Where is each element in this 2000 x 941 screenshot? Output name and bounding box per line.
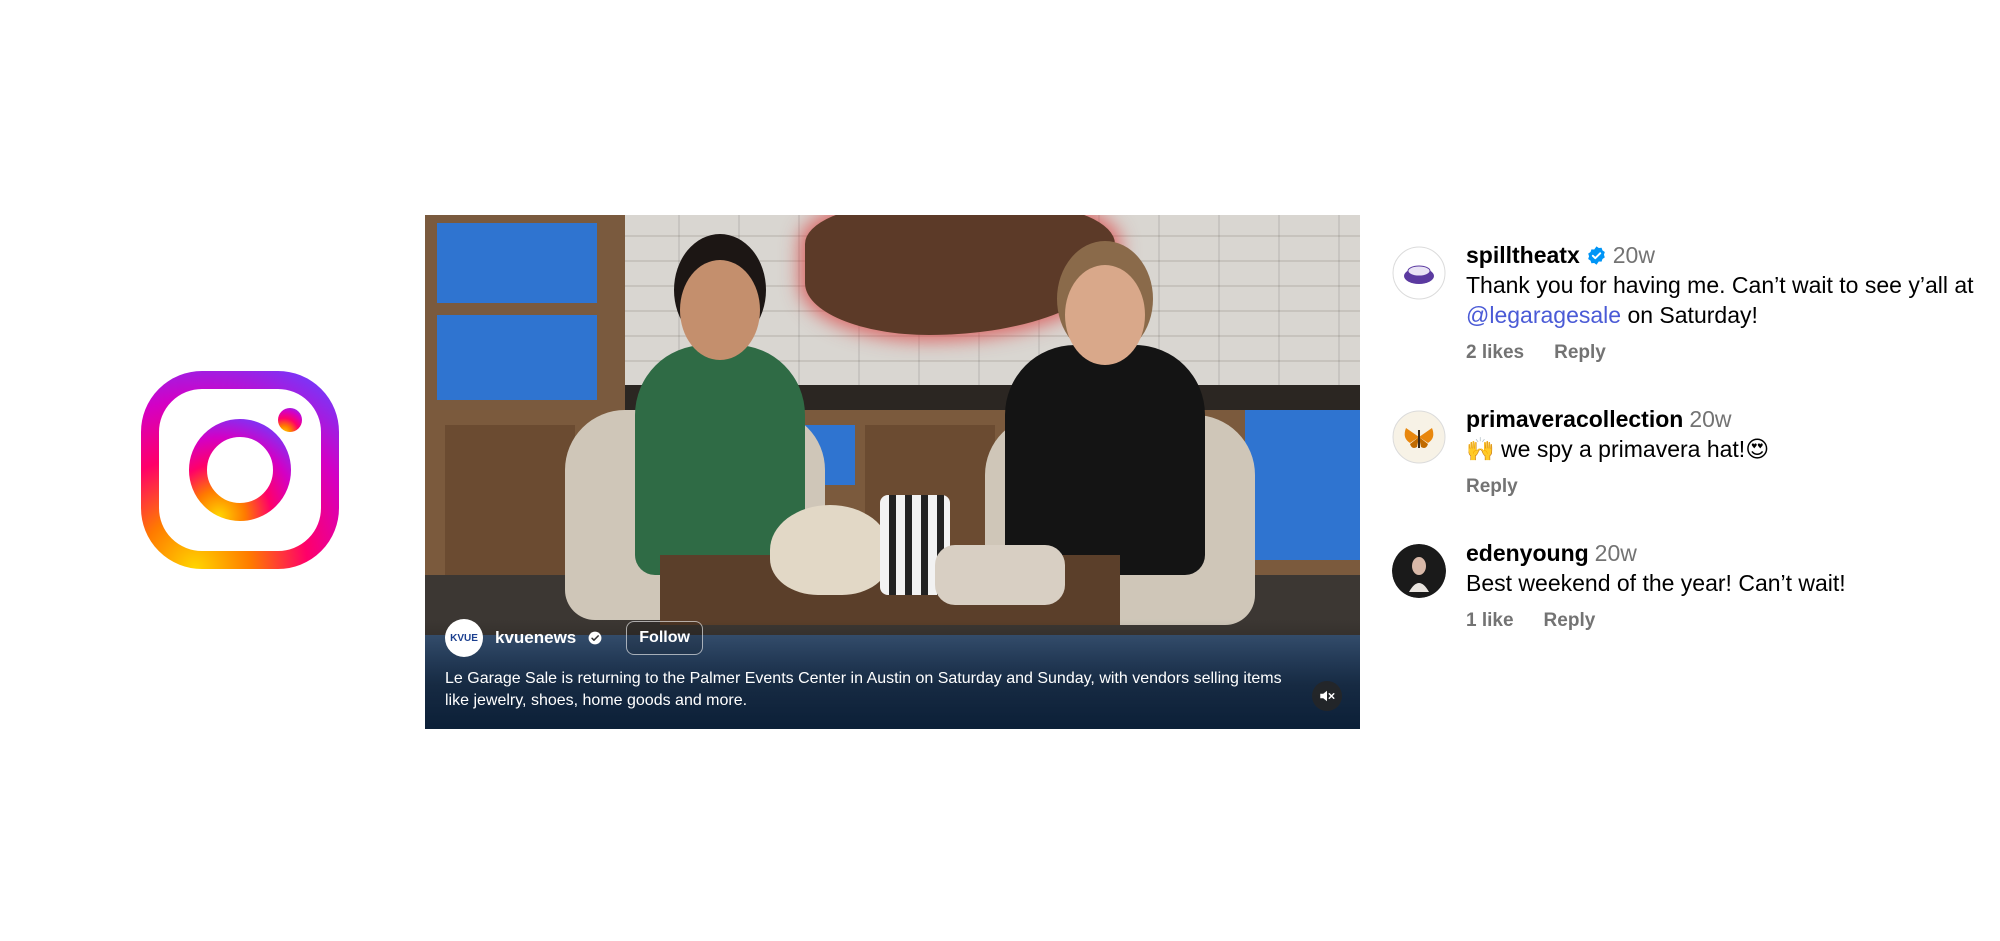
speaker-muted-icon <box>1320 690 1335 702</box>
verified-badge-icon <box>588 631 602 645</box>
reply-button[interactable]: Reply <box>1544 610 1596 631</box>
avatar[interactable] <box>1392 246 1446 300</box>
account-avatar[interactable]: KVUE <box>445 619 483 657</box>
comments-list: spilltheatx 20w Thank you for having me. … <box>1392 240 1992 632</box>
reply-button[interactable]: Reply <box>1554 342 1606 363</box>
mute-button[interactable] <box>1312 681 1342 711</box>
comment-username[interactable]: edenyoung <box>1466 540 1589 566</box>
comment-item: spilltheatx 20w Thank you for having me. … <box>1392 240 1992 364</box>
comment-item: primaveracollection 20w 🙌 we spy a primav… <box>1392 404 1992 498</box>
comment-time: 20w <box>1689 406 1732 432</box>
comment-text: Thank you for having me. Can’t wait to s… <box>1466 272 1974 328</box>
video-player[interactable]: KVUE kvuenews Follow Le Garage Sale is r… <box>425 215 1360 729</box>
follow-button[interactable]: Follow <box>626 621 703 655</box>
comment-item: edenyoung 20w Best weekend of the year! C… <box>1392 538 1992 632</box>
video-account-row: KVUE kvuenews Follow <box>445 619 703 657</box>
comment-username[interactable]: primaveracollection <box>1466 406 1683 432</box>
avatar[interactable] <box>1392 544 1446 598</box>
video-caption: Le Garage Sale is returning to the Palme… <box>445 670 1282 709</box>
instagram-logo-icon <box>141 371 339 569</box>
avatar[interactable] <box>1392 410 1446 464</box>
likes-count[interactable]: 1 like <box>1466 610 1514 631</box>
mention-link[interactable]: @legaragesale <box>1466 302 1621 328</box>
account-username[interactable]: kvuenews <box>495 628 576 648</box>
comment-text: Best weekend of the year! Can’t wait! <box>1466 570 1846 596</box>
likes-count[interactable]: 2 likes <box>1466 342 1524 363</box>
comment-time: 20w <box>1612 242 1655 268</box>
verified-badge-icon <box>1587 246 1605 265</box>
reply-button[interactable]: Reply <box>1466 476 1518 497</box>
comment-text: 🙌 we spy a primavera hat!😍 <box>1466 436 1770 462</box>
comment-time: 20w <box>1594 540 1637 566</box>
comment-username[interactable]: spilltheatx <box>1466 242 1580 268</box>
